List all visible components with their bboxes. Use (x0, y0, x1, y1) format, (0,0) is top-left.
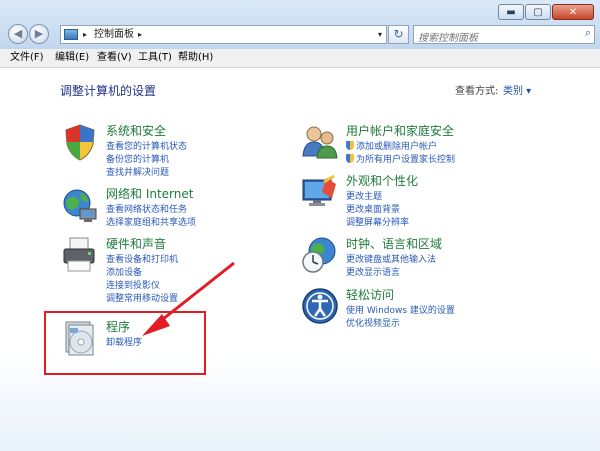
link-troubleshoot[interactable]: 查找并解决问题 (106, 165, 169, 178)
network-globe-icon[interactable] (60, 185, 100, 225)
users-icon[interactable] (300, 122, 340, 162)
appearance-monitor-icon[interactable] (300, 172, 340, 212)
control-panel-icon (64, 29, 78, 40)
menu-view[interactable]: 查看(V) (97, 49, 132, 67)
category-title[interactable]: 硬件和声音 (106, 235, 166, 252)
window-controls: ▬ ▢ ✕ (497, 4, 594, 20)
clock-globe-icon[interactable] (300, 235, 340, 275)
back-button[interactable]: ◀ (8, 24, 28, 44)
link-optimize-video[interactable]: 优化视频显示 (346, 316, 400, 329)
link-display-language[interactable]: 更改显示语言 (346, 265, 400, 278)
link-label[interactable]: 为所有用户设置家长控制 (356, 155, 455, 165)
menu-edit[interactable]: 编辑(E) (55, 49, 89, 67)
link-desktop-background[interactable]: 更改桌面背景 (346, 202, 400, 215)
menu-file[interactable]: 文件(F) (10, 49, 44, 67)
annotation-highlight-box (44, 311, 206, 375)
link-mobility-settings[interactable]: 调整常用移动设置 (106, 291, 178, 304)
link-add-remove-accounts[interactable]: 添加或删除用户帐户 (346, 139, 437, 152)
navigation-bar: ◀ ▶ ▸ 控制面板 ▸ ▾ ↻ ⌕ (0, 22, 600, 46)
shield-icon[interactable] (60, 122, 100, 162)
page-title: 调整计算机的设置 (60, 84, 157, 98)
link-add-device[interactable]: 添加设备 (106, 265, 142, 278)
link-devices-printers[interactable]: 查看设备和打印机 (106, 252, 178, 265)
printer-icon[interactable] (60, 235, 100, 275)
menu-bar: 文件(F) 编辑(E) 查看(V) 工具(T) 帮助(H) (0, 49, 600, 68)
link-recommended-settings[interactable]: 使用 Windows 建议的设置 (346, 303, 455, 316)
category-title[interactable]: 轻松访问 (346, 286, 394, 303)
search-input[interactable] (418, 31, 568, 46)
view-by-label: 查看方式: (455, 86, 499, 97)
view-by-dropdown[interactable]: 类别 ▾ (503, 82, 531, 97)
link-change-theme[interactable]: 更改主题 (346, 189, 382, 202)
link-network-status[interactable]: 查看网络状态和任务 (106, 202, 187, 215)
maximize-button[interactable]: ▢ (525, 4, 551, 20)
control-panel-window: ▬ ▢ ✕ ◀ ▶ ▸ 控制面板 ▸ ▾ ↻ ⌕ 文件(F) 编辑(E) 查看(… (0, 0, 600, 451)
link-backup-computer[interactable]: 备份您的计算机 (106, 152, 169, 165)
link-connect-projector[interactable]: 连接到投影仪 (106, 278, 160, 291)
address-chevron-icon: ▸ (83, 30, 88, 39)
uac-shield-icon (346, 141, 354, 150)
menu-help[interactable]: 帮助(H) (178, 49, 213, 67)
address-separator-icon[interactable]: ▸ (138, 26, 142, 43)
link-homegroup-sharing[interactable]: 选择家庭组和共享选项 (106, 215, 196, 228)
forward-button[interactable]: ▶ (29, 24, 49, 44)
address-bar[interactable]: ▸ 控制面板 ▸ ▾ (60, 25, 387, 44)
content-area: 调整计算机的设置 查看方式: 类别 ▾ 系统和安全 查看您的计算机状态 备份您的… (0, 68, 600, 451)
refresh-button[interactable]: ↻ (388, 25, 409, 44)
menu-tools[interactable]: 工具(T) (138, 49, 172, 67)
search-box: ⌕ (413, 25, 595, 46)
ease-of-access-icon[interactable] (300, 286, 340, 326)
link-screen-resolution[interactable]: 调整屏幕分辨率 (346, 215, 409, 228)
search-icon[interactable]: ⌕ (585, 26, 591, 40)
category-title[interactable]: 网络和 Internet (106, 185, 193, 202)
minimize-button[interactable]: ▬ (498, 4, 524, 20)
link-label[interactable]: 添加或删除用户帐户 (356, 142, 437, 152)
link-parental-controls[interactable]: 为所有用户设置家长控制 (346, 152, 455, 165)
close-button[interactable]: ✕ (552, 4, 594, 20)
address-dropdown-icon[interactable]: ▾ (378, 26, 382, 43)
link-view-computer-status[interactable]: 查看您的计算机状态 (106, 139, 187, 152)
link-keyboard-input[interactable]: 更改键盘或其他输入法 (346, 252, 436, 265)
category-title[interactable]: 外观和个性化 (346, 172, 418, 189)
category-title[interactable]: 用户帐户和家庭安全 (346, 122, 454, 139)
view-by: 查看方式: 类别 ▾ (455, 82, 531, 97)
uac-shield-icon (346, 154, 354, 163)
address-path[interactable]: 控制面板 (94, 26, 134, 43)
category-title[interactable]: 系统和安全 (106, 122, 166, 139)
category-title[interactable]: 时钟、语言和区域 (346, 235, 442, 252)
